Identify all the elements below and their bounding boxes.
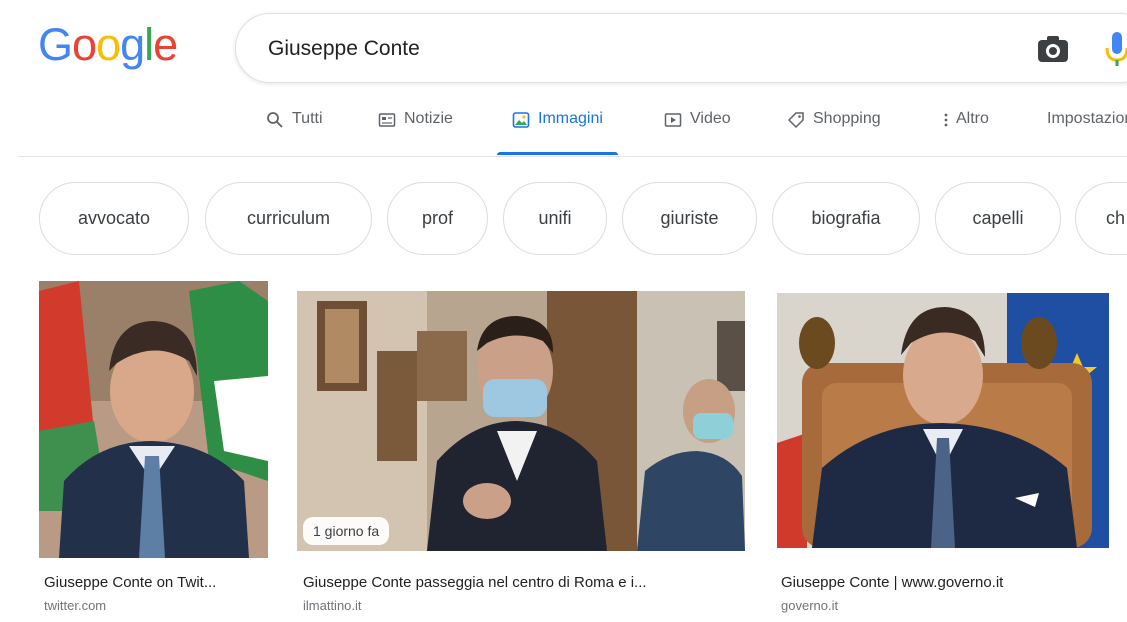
microphone-icon[interactable]	[1104, 30, 1127, 68]
search-box[interactable]	[235, 13, 1127, 83]
tab-label: Altro	[956, 110, 989, 127]
chip-avvocato[interactable]: avvocato	[39, 182, 189, 255]
result-title[interactable]: Giuseppe Conte | www.governo.it	[781, 574, 1111, 591]
search-input[interactable]	[268, 34, 1008, 64]
result-source: governo.it	[781, 598, 839, 613]
tab-label: Tutti	[292, 110, 323, 127]
tab-label: Video	[690, 110, 731, 127]
tab-impostazioni[interactable]: Impostazioni	[1047, 104, 1127, 156]
result-title[interactable]: Giuseppe Conte on Twit...	[44, 574, 268, 591]
logo-letter: o	[72, 19, 97, 70]
camera-icon[interactable]	[1036, 34, 1070, 64]
chip-more[interactable]: ch	[1075, 182, 1127, 255]
result-title[interactable]: Giuseppe Conte passeggia nel centro di R…	[303, 574, 743, 591]
chip-curriculum[interactable]: curriculum	[205, 182, 372, 255]
chip-label: prof	[421, 208, 454, 228]
google-logo[interactable]: Google	[38, 19, 178, 70]
more-vert-icon	[944, 113, 948, 127]
tag-icon	[787, 112, 804, 129]
tab-label: Shopping	[813, 110, 881, 127]
chip-label: capelli	[972, 208, 1024, 228]
portrait-image	[39, 281, 268, 558]
tab-immagini[interactable]: Immagini	[497, 104, 618, 156]
logo-letter: g	[120, 19, 145, 70]
tab-altro[interactable]: Altro	[942, 104, 989, 156]
result-thumbnail[interactable]	[39, 281, 268, 558]
chip-biografia[interactable]: biografia	[772, 182, 920, 255]
result-source: twitter.com	[44, 598, 107, 613]
news-icon	[378, 113, 396, 127]
logo-letter: G	[38, 19, 73, 70]
tabs-divider	[18, 156, 1127, 157]
tab-label: Notizie	[404, 110, 453, 127]
chip-unifi[interactable]: unifi	[503, 182, 607, 255]
chip-label: avvocato	[77, 208, 151, 228]
tab-label: Impostazioni	[1047, 110, 1127, 127]
chip-label: unifi	[538, 208, 572, 228]
search-icon	[267, 112, 283, 128]
tab-tutti[interactable]: Tutti	[266, 104, 323, 156]
chip-prof[interactable]: prof	[387, 182, 488, 255]
tab-shopping[interactable]: Shopping	[787, 104, 881, 156]
chip-label: ch	[1105, 208, 1125, 228]
tab-video[interactable]: Video	[664, 104, 731, 156]
street-photo-image	[297, 291, 745, 551]
chip-giuriste[interactable]: giuriste	[622, 182, 757, 255]
result-thumbnail[interactable]: 1 giorno fa	[297, 291, 745, 551]
video-icon	[664, 113, 682, 127]
chip-capelli[interactable]: capelli	[935, 182, 1061, 255]
chip-label: giuriste	[660, 208, 719, 228]
logo-letter: o	[96, 19, 121, 70]
result-thumbnail[interactable]	[777, 293, 1109, 548]
tab-label: Immagini	[538, 110, 603, 127]
official-portrait-image	[777, 293, 1109, 548]
logo-letter: e	[153, 19, 178, 70]
chip-label: biografia	[811, 208, 881, 228]
chip-label: curriculum	[246, 208, 330, 228]
search-tabs: Tutti Notizie Immagini Video Shopping Al…	[266, 104, 1127, 156]
images-icon	[512, 112, 530, 128]
logo-letter: l	[144, 19, 154, 70]
result-source: ilmattino.it	[303, 598, 362, 613]
tab-notizie[interactable]: Notizie	[378, 104, 453, 156]
time-badge: 1 giorno fa	[303, 517, 390, 545]
